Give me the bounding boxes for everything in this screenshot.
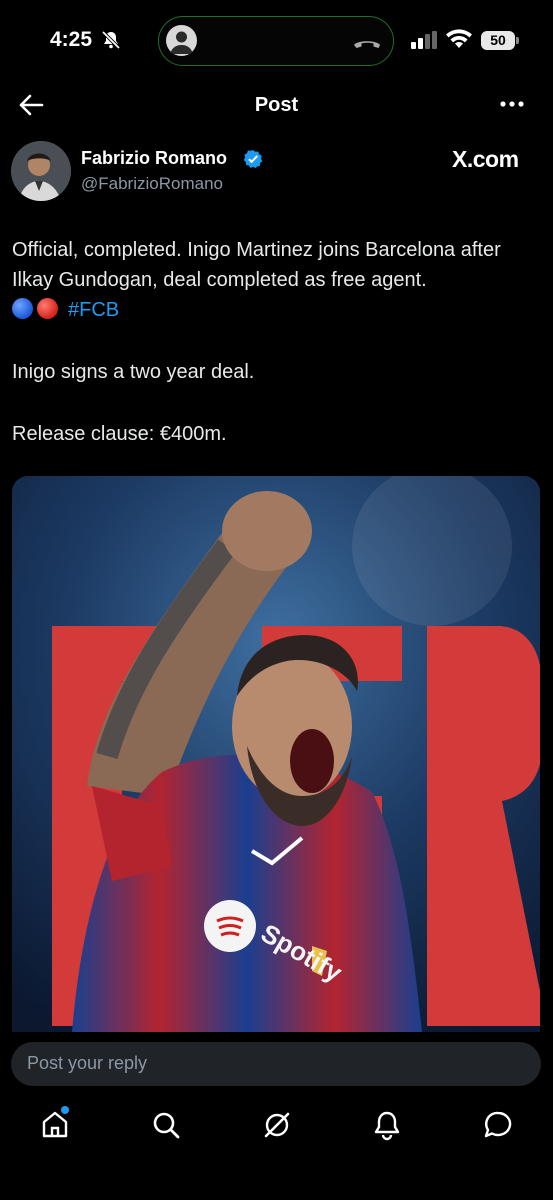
bell-off-icon <box>101 30 121 50</box>
tweet-line-3: Release clause: €400m. <box>12 423 227 445</box>
battery-cap <box>516 37 519 44</box>
hashtag-link[interactable]: #FCB <box>68 299 119 321</box>
tweet-line-2: Inigo signs a two year deal. <box>12 361 255 383</box>
call-avatar-icon <box>166 25 197 56</box>
tweet-body: Official, completed. Inigo Martinez join… <box>12 235 542 449</box>
wifi-icon <box>446 29 472 48</box>
more-options-icon[interactable] <box>498 96 526 112</box>
phone-icon <box>354 41 380 48</box>
battery-indicator: 50 <box>481 31 515 50</box>
source-label: X.com <box>452 146 519 172</box>
home-notification-dot <box>61 1106 69 1114</box>
messages-icon[interactable] <box>481 1108 515 1142</box>
search-icon[interactable] <box>149 1108 183 1142</box>
status-time: 4:25 <box>50 28 93 51</box>
grok-icon[interactable] <box>260 1108 294 1142</box>
red-circle-emoji <box>37 298 58 319</box>
tweet-emoji-line: #FCB <box>12 295 542 325</box>
verified-badge-icon <box>243 150 263 168</box>
blue-circle-emoji <box>12 298 33 319</box>
author-avatar[interactable] <box>11 141 71 201</box>
author-name[interactable]: Fabrizio Romano <box>81 148 227 169</box>
tweet-line-1: Official, completed. Inigo Martinez join… <box>12 239 501 291</box>
notifications-icon[interactable] <box>370 1108 404 1142</box>
author-handle[interactable]: @FabrizioRomano <box>81 174 223 194</box>
cellular-signal-icon <box>411 31 437 49</box>
page-title: Post <box>254 94 299 116</box>
reply-placeholder: Post your reply <box>27 1053 148 1073</box>
tweet-image[interactable]: Spotify <box>12 476 540 1032</box>
